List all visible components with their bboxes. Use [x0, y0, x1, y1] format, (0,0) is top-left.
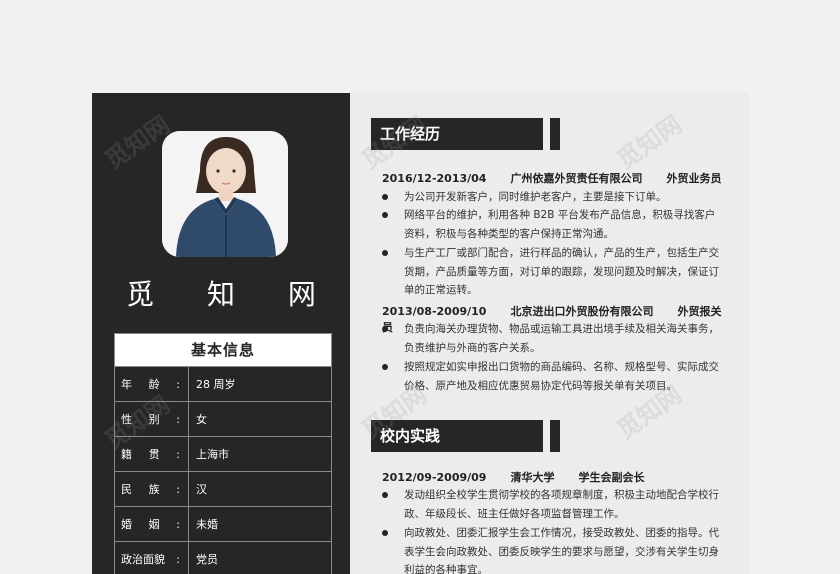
section-title: 校内实践: [371, 420, 543, 452]
info-colon: :: [176, 482, 180, 496]
work-entry-1-header: 2016/12-2013/04 广州依嘉外贸责任有限公司 外贸业务员: [382, 170, 745, 186]
info-label: 贯: [148, 448, 160, 461]
info-label: 姻: [148, 518, 160, 531]
info-row-marital: 婚 姻: 未婚: [115, 506, 331, 541]
bullet-item: 与生产工厂或部门配合，进行样品的确认，产品的生产，包括生产交货期，产品质量等方面…: [382, 244, 722, 300]
section-title: 工作经历: [371, 118, 543, 150]
info-label: 别: [148, 413, 160, 426]
info-colon: :: [176, 517, 180, 531]
resume-page: 觅 知 网 基本信息 年 龄: 28 周岁 性 别: 女 籍 贯: 上海市 民 族: 汉…: [92, 93, 749, 574]
info-label: 籍: [121, 448, 132, 461]
info-label: 性: [121, 413, 132, 426]
section-accent: [550, 118, 560, 150]
info-value: 上海市: [196, 448, 229, 461]
entry-period: 2012/09-2009/09: [382, 471, 487, 484]
section-accent: [550, 420, 560, 452]
left-sidebar: 觅 知 网 基本信息 年 龄: 28 周岁 性 别: 女 籍 贯: 上海市 民 族: 汉…: [92, 93, 350, 574]
info-value: 汉: [196, 483, 207, 496]
profile-photo: [162, 131, 288, 257]
info-colon: :: [176, 412, 180, 426]
entry-role: 学生会副会长: [578, 471, 645, 484]
school-entry-header: 2012/09-2009/09 清华大学 学生会副会长: [382, 469, 668, 485]
entry-role: 外贸业务员: [666, 172, 722, 185]
basic-info-table: 基本信息 年 龄: 28 周岁 性 别: 女 籍 贯: 上海市 民 族: 汉 婚 姻: 未…: [114, 333, 332, 574]
candidate-name: 觅 知 网: [126, 278, 338, 311]
entry-period: 2013/08-2009/10: [382, 305, 487, 318]
info-label: 族: [148, 483, 160, 496]
info-row-gender: 性 别: 女: [115, 401, 331, 436]
bullet-item: 为公司开发新客户，同时维护老客户，主要是接下订单。: [382, 188, 722, 207]
info-colon: :: [176, 377, 180, 391]
entry-company: 北京进出口外贸股份有限公司: [510, 305, 654, 318]
info-colon: :: [176, 447, 180, 461]
entry-period: 2016/12-2013/04: [382, 172, 487, 185]
info-value: 未婚: [196, 518, 218, 531]
info-label: 年: [121, 378, 132, 391]
bullet-item: 按照规定如实申报出口货物的商品编码、名称、规格型号、实际成交价格、原产地及相应优…: [382, 358, 722, 395]
entry-company: 清华大学: [510, 471, 555, 484]
bullet-item: 发动组织全校学生贯彻学校的各项规章制度，积极主动地配合学校行政、年级段长、班主任…: [382, 486, 722, 523]
info-row-age: 年 龄: 28 周岁: [115, 366, 331, 401]
info-value: 女: [196, 413, 207, 426]
info-colon: :: [176, 552, 180, 566]
info-value: 28 周岁: [196, 378, 236, 391]
info-value: 党员: [196, 553, 218, 566]
main-content: 工作经历 2016/12-2013/04 广州依嘉外贸责任有限公司 外贸业务员 为公…: [350, 93, 749, 574]
info-label: 婚: [121, 518, 132, 531]
bullet-item: 网络平台的维护，利用各种 B2B 平台发布产品信息，积极寻找客户资料，积极与各种…: [382, 206, 722, 243]
info-row-politics: 政治面貌: 党员: [115, 541, 331, 574]
entry-company: 广州依嘉外贸责任有限公司: [510, 172, 643, 185]
info-row-ethnicity: 民 族: 汉: [115, 471, 331, 506]
basic-info-title: 基本信息: [115, 334, 331, 366]
info-label: 龄: [148, 378, 160, 391]
bullet-item: 向政教处、团委汇报学生会工作情况，接受政教处、团委的指导。代表学生会向政教处、团…: [382, 524, 722, 574]
bullet-item: 负责向海关办理货物、物品或运输工具进出境手续及相关海关事务，负责维护与外商的客户…: [382, 320, 722, 357]
info-row-hometown: 籍 贯: 上海市: [115, 436, 331, 471]
info-label: 政治面貌: [121, 553, 165, 566]
info-label: 民: [121, 483, 132, 496]
